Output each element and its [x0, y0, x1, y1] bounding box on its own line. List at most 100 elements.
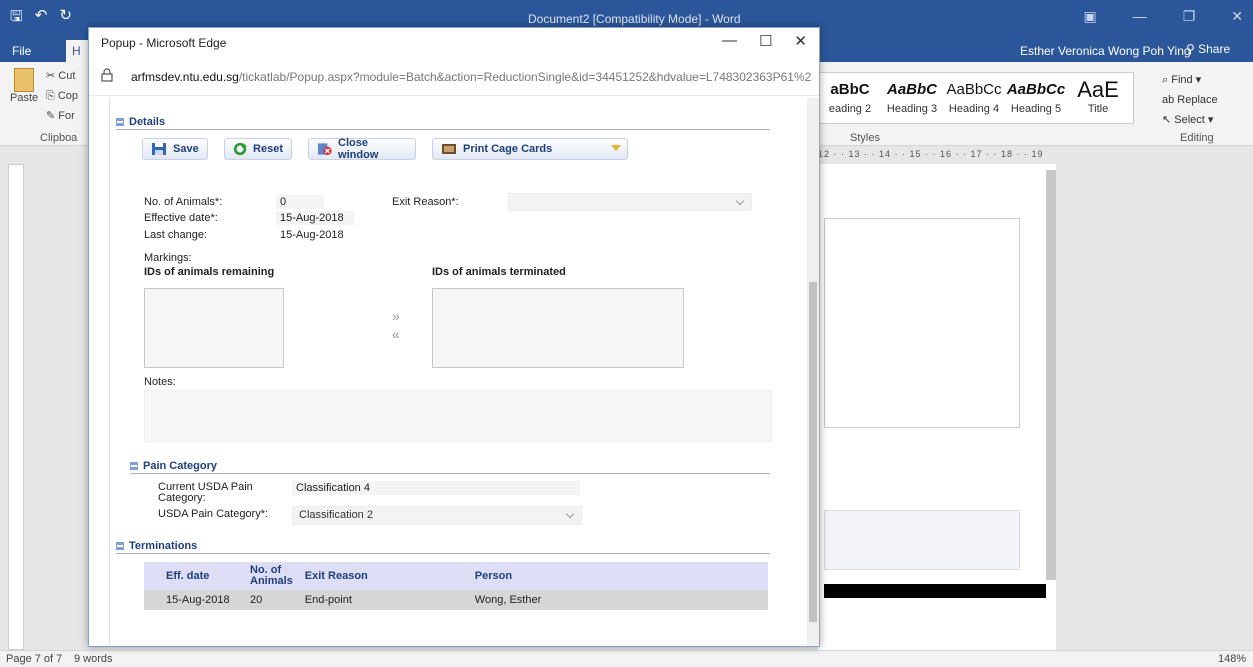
- column-header[interactable]: Eff. date: [160, 562, 244, 590]
- close-window-icon: [317, 143, 332, 156]
- pain-category-title: Pain Category: [143, 459, 217, 472]
- column-header[interactable]: Person: [468, 562, 768, 590]
- move-right-icon[interactable]: »: [392, 308, 400, 324]
- minimize-icon[interactable]: —: [1133, 8, 1147, 25]
- move-left-icon[interactable]: «: [392, 326, 400, 342]
- find-button[interactable]: ⌕ Find ▾: [1162, 70, 1250, 90]
- pain-category-section-header[interactable]: Pain Category: [130, 458, 770, 474]
- address-bar[interactable]: arfmsdev.ntu.edu.sg/tickatlab/Popup.aspx…: [89, 58, 819, 96]
- close-icon[interactable]: ✕: [794, 32, 807, 50]
- replace-label: Replace: [1177, 94, 1218, 106]
- close-window-button[interactable]: Close window: [308, 137, 416, 161]
- exit-reason-select[interactable]: [508, 193, 752, 211]
- ids-terminated-list[interactable]: [432, 288, 684, 368]
- pain-category-select[interactable]: Classification 2: [292, 506, 582, 525]
- exit-reason-label: Exit Reason*:: [392, 196, 459, 208]
- current-pain-category-value: Classification 4: [292, 481, 580, 495]
- close-icon[interactable]: ✕: [1231, 8, 1243, 25]
- undo-icon[interactable]: ↶: [35, 6, 48, 31]
- details-title: Details: [129, 115, 166, 128]
- table-lead-cell: [144, 562, 160, 590]
- terminations-title: Terminations: [129, 539, 198, 552]
- collapse-icon[interactable]: [130, 461, 138, 470]
- table-cell: Wong, Esther: [468, 590, 768, 610]
- collapse-icon[interactable]: [116, 541, 124, 550]
- replace-icon: ab: [1162, 94, 1178, 106]
- effective-date-value[interactable]: 15-Aug-2018: [276, 211, 354, 225]
- restore-icon[interactable]: ❐: [1183, 8, 1196, 25]
- vertical-ruler: [8, 164, 24, 650]
- style-name: Heading 5: [1010, 103, 1062, 115]
- word-count[interactable]: 9 words: [74, 653, 113, 665]
- zoom-level[interactable]: 148%: [1218, 653, 1246, 665]
- dropdown-arrow-icon[interactable]: [611, 145, 621, 151]
- floppy-disk-icon: [152, 143, 166, 155]
- clipboard-group-label: Clipboa: [40, 132, 78, 144]
- cursor-icon: ↖: [1162, 114, 1175, 126]
- style-heading-3[interactable]: AaBbC Heading 3: [881, 73, 943, 123]
- save-button[interactable]: Save: [142, 138, 208, 160]
- collapse-icon[interactable]: [116, 117, 124, 126]
- save-icon[interactable]: 🖫: [10, 6, 23, 31]
- no-animals-value[interactable]: 0: [276, 195, 324, 209]
- share-button[interactable]: ⚲ Share: [1186, 42, 1230, 56]
- markings-label: Markings:: [144, 252, 192, 264]
- style-heading-2[interactable]: aBbC eading 2: [819, 73, 881, 123]
- style-name: Heading 3: [886, 103, 938, 115]
- ruler-ticks: 12 · · 13 · · 14 · · 15 · · 16 · · 17 · …: [818, 149, 1044, 159]
- ids-remaining-list[interactable]: [144, 288, 284, 368]
- quick-access-toolbar: 🖫 ↶ ↻: [10, 6, 72, 31]
- popup-title: Popup - Microsoft Edge: [101, 36, 227, 50]
- paste-button[interactable]: Paste: [10, 66, 38, 118]
- terminations-section-header[interactable]: Terminations: [116, 538, 770, 554]
- url-host: arfmsdev.ntu.edu.sg: [131, 70, 239, 84]
- document-page[interactable]: [818, 164, 1056, 650]
- page-count[interactable]: Page 7 of 7: [6, 653, 62, 665]
- style-heading-5[interactable]: AaBbCc Heading 5: [1005, 73, 1067, 123]
- user-name[interactable]: Esther Veronica Wong Poh Ying: [1020, 44, 1191, 58]
- popup-scrollbar[interactable]: [807, 98, 819, 646]
- tab-home[interactable]: H: [66, 40, 88, 62]
- minimize-icon[interactable]: —: [722, 32, 737, 50]
- style-name: eading 2: [828, 103, 872, 115]
- chevron-down-icon: [735, 196, 745, 206]
- last-change-value: 15-Aug-2018: [280, 229, 344, 241]
- ids-terminated-label: IDs of animals terminated: [432, 266, 566, 278]
- popup-titlebar: Popup - Microsoft Edge — ☐ ✕: [89, 28, 819, 58]
- cut-label: Cut: [58, 70, 76, 82]
- replace-button[interactable]: ab Replace: [1162, 90, 1250, 110]
- table-cell: 20: [244, 590, 299, 610]
- word-window-title: Document2 [Compatibility Mode] - Word: [528, 12, 741, 26]
- popup-scrollbar-thumb[interactable]: [809, 282, 817, 622]
- print-cage-cards-label: Print Cage Cards: [463, 143, 553, 155]
- redo-icon[interactable]: ↻: [59, 6, 72, 31]
- format-label: For: [58, 110, 75, 122]
- last-change-label: Last change:: [144, 229, 207, 241]
- column-header[interactable]: Exit Reason: [298, 562, 469, 590]
- style-heading-4[interactable]: AaBbCc Heading 4: [943, 73, 1005, 123]
- style-sample: aBbC: [830, 81, 870, 98]
- print-cage-cards-button[interactable]: Print Cage Cards: [432, 138, 628, 160]
- edge-popup-window: Popup - Microsoft Edge — ☐ ✕ arfmsdev.nt…: [88, 27, 820, 647]
- table-cell: End-point: [298, 590, 469, 610]
- tab-file[interactable]: File: [12, 44, 31, 58]
- ribbon-display-icon[interactable]: ▣: [1083, 8, 1096, 25]
- url-text[interactable]: arfmsdev.ntu.edu.sg/tickatlab/Popup.aspx…: [131, 70, 811, 84]
- table-header-row: Eff. date No. of Animals Exit Reason Per…: [144, 562, 768, 590]
- notes-textarea[interactable]: [144, 390, 772, 442]
- find-label: Find: [1171, 74, 1193, 86]
- style-sample: AaBbC: [886, 81, 937, 98]
- maximize-icon[interactable]: ☐: [759, 32, 772, 50]
- reset-button[interactable]: Reset: [224, 138, 292, 160]
- word-window-controls: ▣ — ❐ ✕: [1083, 8, 1243, 25]
- style-title[interactable]: AaE Title: [1067, 73, 1129, 123]
- current-pain-category-label: Current USDA Pain Category:: [158, 481, 253, 504]
- cage-card-icon: [442, 144, 456, 154]
- styles-gallery[interactable]: aBbC eading 2 AaBbC Heading 3 AaBbCc Headin…: [818, 72, 1134, 124]
- search-icon: ⌕: [1162, 74, 1172, 86]
- details-section-header[interactable]: Details: [116, 114, 770, 130]
- table-row[interactable]: 15-Aug-2018 20 End-point Wong, Esther: [144, 590, 768, 610]
- document-scrollbar[interactable]: [1046, 170, 1056, 580]
- column-header[interactable]: No. of Animals: [244, 562, 299, 590]
- select-button[interactable]: ↖ Select ▾: [1162, 110, 1250, 130]
